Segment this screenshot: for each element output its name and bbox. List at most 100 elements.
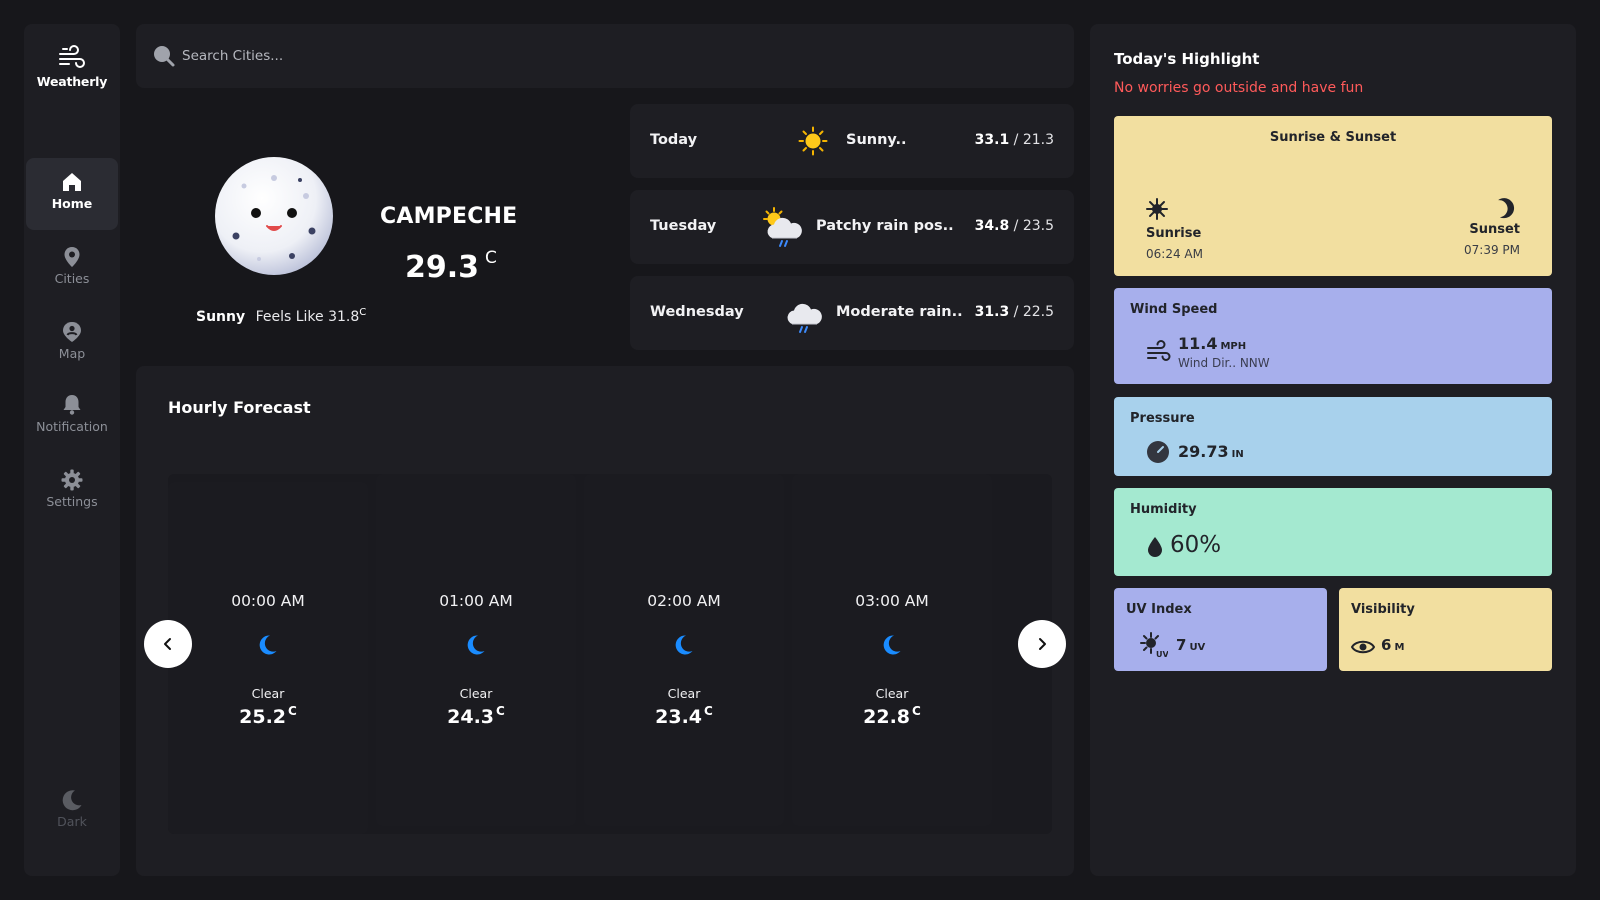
humidity-value: 60% — [1170, 532, 1222, 558]
wind-speed-value: 11.4 — [1178, 334, 1218, 353]
card-title: Sunrise & Sunset — [1269, 130, 1397, 145]
card-title: UV Index — [1126, 602, 1192, 617]
crescent-moon-icon — [467, 635, 485, 655]
highlights-panel: Today's Highlight No worries go outside … — [1090, 24, 1576, 876]
sunrise-sunset-card: Sunrise & Sunset Sunrise 06:24 AM Sunset… — [1114, 116, 1552, 276]
sidebar: Weatherly Home Cities Map Notification S… — [24, 24, 120, 876]
eye-icon — [1351, 640, 1375, 654]
hourly-forecast-panel: Hourly Forecast 00:00 AM Clear 25.2 C 01:… — [136, 366, 1074, 876]
hour-time: 01:00 AM — [439, 592, 513, 610]
app-name: Weatherly — [36, 74, 108, 89]
search-bar — [136, 24, 1074, 88]
crescent-moon-icon — [883, 635, 901, 655]
highlights-subtitle: No worries go outside and have fun — [1114, 80, 1364, 96]
pressure-value: 29.73 — [1178, 442, 1229, 461]
hourly-card[interactable]: 02:00 AM Clear 23.4 C — [584, 474, 784, 826]
sunset-label: Sunset — [1469, 222, 1520, 237]
sidebar-item-label: Home — [51, 196, 93, 211]
hour-condition: Clear — [875, 686, 909, 701]
sun-cloud-rain-icon — [763, 207, 802, 247]
app-logo[interactable]: Weatherly — [24, 44, 120, 89]
home-icon — [63, 173, 81, 191]
pressure-unit: IN — [1231, 449, 1244, 460]
card-title: Humidity — [1130, 502, 1197, 517]
day-high: 31.3 — [974, 304, 1010, 320]
theme-toggle-label: Dark — [57, 814, 87, 829]
hour-temperature: 22.8 C — [792, 704, 992, 728]
highlights-title: Today's Highlight — [1114, 50, 1260, 68]
hourly-card[interactable]: 00:00 AM Clear 25.2 C — [168, 482, 368, 834]
sunrise-label: Sunrise — [1146, 226, 1202, 241]
wind-logo-icon — [59, 45, 85, 68]
chevron-right-icon — [1039, 638, 1046, 650]
hour-temp-unit: C — [496, 704, 505, 718]
previous-button[interactable] — [144, 620, 192, 668]
uv-value: 7 — [1176, 636, 1187, 654]
uv-index: 7 UV — [1176, 636, 1205, 654]
card-title: Visibility — [1351, 602, 1415, 617]
gear-icon — [61, 469, 83, 491]
visibility-unit: M — [1394, 642, 1405, 653]
sunset-time: 07:39 PM — [1464, 243, 1520, 257]
sunrise-block: Sunrise 06:24 AM — [1146, 198, 1203, 261]
day-high: 34.8 — [974, 218, 1010, 234]
wind-speed: 11.4 MPH — [1178, 334, 1246, 353]
sidebar-item-label: Notification — [36, 419, 108, 434]
current-temperature: 29.3 C — [405, 248, 497, 285]
city-name: CAMPECHE — [380, 204, 518, 229]
daily-forecast-card[interactable]: Today Sunny.. 33.1 / 21.3 — [630, 104, 1074, 178]
wind-direction: Wind Dir.. NNW — [1178, 356, 1270, 370]
theme-toggle[interactable]: Dark — [26, 776, 118, 848]
day-condition: Sunny.. — [846, 132, 907, 148]
gauge-icon — [1147, 441, 1169, 463]
current-temp-value: 29.3 — [405, 250, 480, 285]
bell-icon — [63, 395, 81, 415]
sidebar-item-notification[interactable]: Notification — [26, 381, 118, 453]
cloud-rain-icon — [787, 303, 822, 333]
day-low: 21.3 — [1022, 132, 1054, 148]
current-temp-unit: C — [485, 248, 497, 268]
hour-temperature: 23.4 C — [584, 704, 784, 728]
uv-unit: UV — [1189, 642, 1206, 653]
visibility: 6M — [1381, 636, 1404, 654]
sidebar-item-label: Settings — [46, 494, 98, 509]
day-temperatures: 34.8 / 23.5 — [974, 218, 1054, 234]
current-description: Sunny Feels Like 31.8C — [196, 307, 366, 325]
crescent-moon-icon — [675, 635, 693, 655]
sunset-block: Sunset 07:39 PM — [1464, 198, 1520, 257]
hour-temp-value: 23.4 — [655, 706, 703, 728]
sidebar-item-home[interactable]: Home — [26, 158, 118, 230]
moon-icon — [62, 790, 82, 811]
daily-forecast-card[interactable]: Tuesday Patchy rain pos.. 34.8 / 23.5 — [630, 190, 1074, 264]
wind-speed-unit: MPH — [1220, 341, 1247, 352]
hour-temp-unit: C — [704, 704, 713, 718]
hour-time: 03:00 AM — [855, 592, 929, 610]
hour-condition: Clear — [459, 686, 493, 701]
sidebar-item-settings[interactable]: Settings — [26, 456, 118, 528]
feels-like-unit: C — [359, 307, 367, 318]
hourly-carousel: 00:00 AM Clear 25.2 C 01:00 AM Clear 24.3… — [168, 474, 1052, 834]
feels-like-label: Feels Like — [255, 309, 324, 325]
chevron-left-icon — [164, 638, 171, 650]
sidebar-item-cities[interactable]: Cities — [26, 233, 118, 305]
next-button[interactable] — [1018, 620, 1066, 668]
visibility-card: Visibility 6M — [1339, 588, 1552, 671]
sidebar-item-map[interactable]: Map — [26, 308, 118, 380]
map-user-icon — [63, 322, 81, 342]
daily-forecast-card[interactable]: Wednesday Moderate rain.. 31.3 / 22.5 — [630, 276, 1074, 350]
hour-temperature: 24.3 C — [376, 704, 576, 728]
day-name: Wednesday — [650, 304, 744, 320]
current-condition: Sunny — [196, 309, 246, 325]
hourly-card[interactable]: 01:00 AM Clear 24.3 C — [376, 474, 576, 826]
pressure: 29.73 IN — [1178, 442, 1244, 461]
wind-speed-card: Wind Speed 11.4 MPH Wind Dir.. NNW — [1114, 288, 1552, 384]
hourly-card[interactable]: 03:00 AM Clear 22.8 C — [792, 474, 992, 826]
crescent-moon-icon — [259, 635, 277, 655]
search-input[interactable] — [182, 40, 1042, 72]
hour-temperature: 25.2 C — [168, 704, 368, 728]
sidebar-item-label: Cities — [54, 271, 90, 286]
day-low: 22.5 — [1022, 304, 1054, 320]
sunset-moon-icon — [1498, 198, 1515, 219]
hour-temp-unit: C — [912, 704, 921, 718]
hour-condition: Clear — [667, 686, 701, 701]
